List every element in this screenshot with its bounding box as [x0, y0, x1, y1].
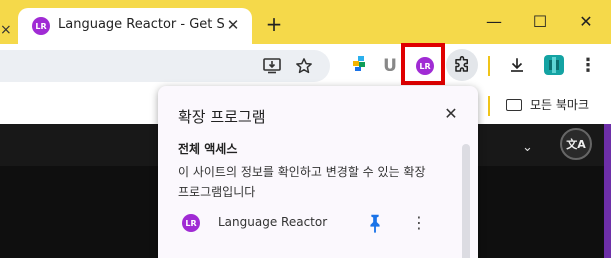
- translate-icon[interactable]: 文A: [560, 128, 592, 160]
- highlight-box: [401, 43, 445, 85]
- extension-colorful-icon[interactable]: [346, 50, 374, 78]
- section-title-full-access: 전체 액세스: [178, 142, 238, 156]
- page-side-strip: [604, 124, 611, 258]
- maximize-button[interactable]: ☐: [528, 10, 552, 34]
- folder-icon: [506, 98, 522, 111]
- install-app-icon[interactable]: [258, 52, 286, 80]
- language-reactor-favicon-icon: LR: [32, 17, 50, 35]
- profile-avatar-icon[interactable]: [540, 51, 568, 79]
- download-icon[interactable]: [503, 51, 531, 79]
- popup-scrollbar[interactable]: [462, 144, 470, 258]
- chevron-down-icon[interactable]: ⌄: [522, 140, 533, 155]
- translate-icon-text: 文A: [566, 138, 586, 151]
- extension-name: Language Reactor: [218, 215, 328, 229]
- tab-language-reactor[interactable]: LR Language Reactor - Get Started ✕: [18, 8, 252, 44]
- window-close-button[interactable]: ✕: [574, 10, 598, 34]
- toolbar-divider: [488, 56, 490, 76]
- popup-title: 확장 프로그램: [178, 108, 266, 126]
- extension-item-language-reactor[interactable]: LR Language Reactor ⋮: [172, 208, 454, 238]
- chrome-menu-button[interactable]: ⋮: [574, 51, 602, 79]
- language-reactor-icon: LR: [182, 214, 200, 232]
- tab-close-icon[interactable]: ✕: [224, 16, 242, 34]
- all-bookmarks-label: 모든 북마크: [530, 98, 590, 112]
- new-tab-button[interactable]: +: [262, 12, 286, 36]
- bookmarks-divider: [488, 96, 490, 116]
- previous-tab-close-icon[interactable]: ×: [0, 22, 12, 38]
- address-bar[interactable]: [0, 50, 330, 82]
- more-options-icon[interactable]: ⋮: [408, 212, 430, 234]
- extensions-puzzle-icon[interactable]: [446, 49, 478, 81]
- extensions-popup: 확장 프로그램 ✕ 전체 액세스 이 사이트의 정보를 확인하고 변경할 수 있…: [158, 86, 478, 258]
- tab-title: Language Reactor - Get Started: [58, 17, 224, 32]
- u-extension-icon[interactable]: U: [376, 52, 404, 80]
- popup-close-icon[interactable]: ✕: [441, 104, 461, 124]
- bookmark-star-icon[interactable]: [290, 52, 318, 80]
- all-bookmarks-button[interactable]: 모든 북마크: [506, 96, 589, 113]
- section-description: 이 사이트의 정보를 확인하고 변경할 수 있는 확장 프로그램입니다: [178, 165, 426, 199]
- pin-icon[interactable]: [364, 212, 386, 234]
- tab-strip: × LR Language Reactor - Get Started ✕ + …: [0, 0, 611, 44]
- minimize-button[interactable]: —: [482, 10, 506, 34]
